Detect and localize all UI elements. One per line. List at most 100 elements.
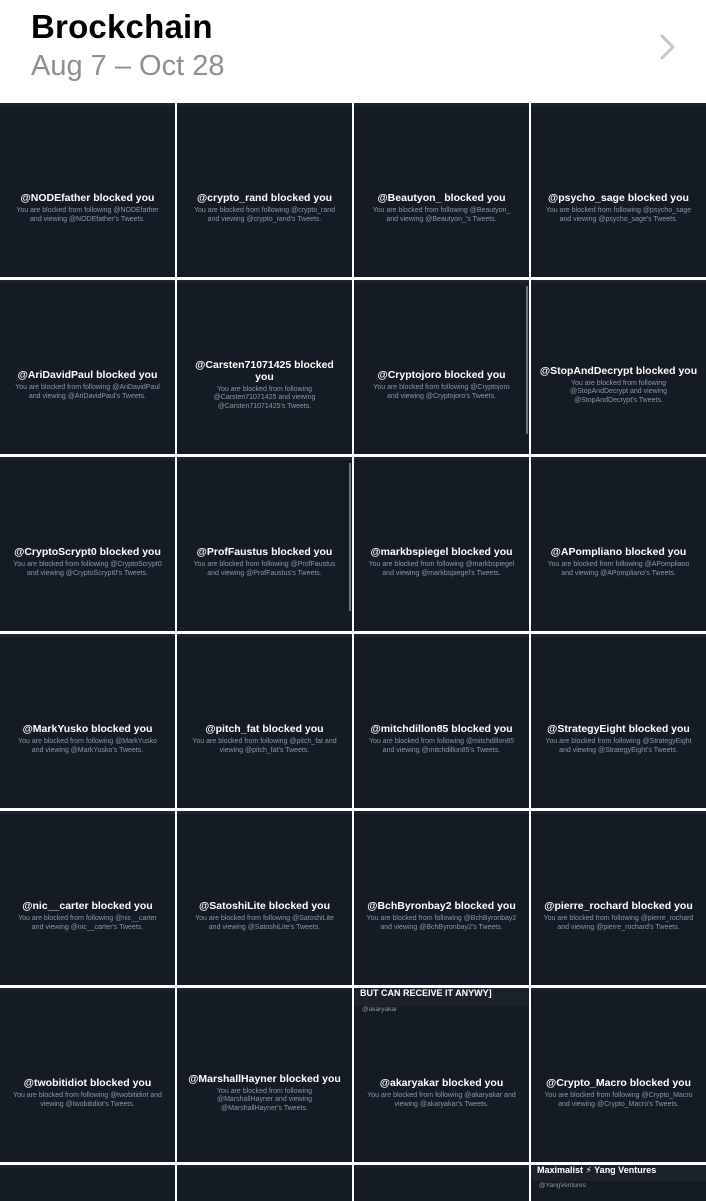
blocked-card: @NODEfather blocked you You are blocked …: [8, 103, 167, 277]
blocked-card: @mitchdillon85 blocked you You are block…: [362, 634, 521, 808]
photo-tile[interactable]: Maximalist ⚡ Yang Ventures @YangVentures: [531, 1165, 706, 1201]
album-title: Brockchain: [31, 8, 213, 45]
blocked-card: @Carsten71071425 blocked you You are blo…: [185, 280, 344, 454]
photo-tile[interactable]: @MarshallHayner blocked you You are bloc…: [177, 988, 352, 1162]
tweet-overlay-title: Maximalist ⚡ Yang Ventures: [537, 1165, 657, 1175]
photo-tile[interactable]: @Carsten71071425 blocked you You are blo…: [177, 280, 352, 454]
album-header: Brockchain Aug 7 – Oct 28: [0, 0, 706, 103]
blocked-description: You are blocked from following @AriDavid…: [15, 384, 160, 400]
blocked-description: You are blocked from following @CryptoSc…: [13, 561, 162, 577]
blocked-description: You are blocked from following @Carsten7…: [213, 385, 316, 410]
blocked-description: You are blocked from following @twobitid…: [13, 1092, 162, 1108]
photo-tile[interactable]: @psycho_sage blocked you You are blocked…: [531, 103, 706, 277]
blocked-description: You are blocked from following @Cryptojo…: [373, 384, 510, 400]
scroll-indicator: [526, 286, 528, 434]
photo-tile[interactable]: @CryptoScrypt0 blocked you You are block…: [0, 457, 175, 631]
blocked-card: @APompliano blocked you You are blocked …: [539, 457, 698, 631]
blocked-heading: @StopAndDecrypt blocked you: [539, 364, 698, 377]
photo-tile[interactable]: @Cryptojoro blocked you You are blocked …: [354, 280, 529, 454]
blocked-heading: @NODEfather blocked you: [20, 192, 155, 204]
blocked-description: You are blocked from following @Strategy…: [545, 738, 692, 754]
blocked-description: You are blocked from following @NODEfath…: [16, 207, 159, 223]
blocked-description: You are blocked from following @MarkYusk…: [18, 738, 157, 754]
photo-tile[interactable]: @SatoshiLite blocked you You are blocked…: [177, 811, 352, 985]
blocked-description: You are blocked from following @Beautyon…: [372, 207, 511, 223]
tile-header-strip: [354, 1165, 529, 1168]
photo-tile[interactable]: [354, 1165, 529, 1201]
photo-grid: @NODEfather blocked you You are blocked …: [0, 103, 706, 1201]
photo-tile[interactable]: @markbspiegel blocked you You are blocke…: [354, 457, 529, 631]
photo-tile[interactable]: @ProfFaustus blocked you You are blocked…: [177, 457, 352, 631]
blocked-card: @pitch_fat blocked you You are blocked f…: [185, 634, 344, 808]
blocked-heading: @akaryakar blocked you: [379, 1077, 504, 1089]
blocked-heading: @Carsten71071425 blocked you: [195, 358, 334, 383]
blocked-card: @Crypto_Macro blocked you You are blocke…: [539, 988, 698, 1162]
photo-tile[interactable]: @NODEfather blocked you You are blocked …: [0, 103, 175, 277]
blocked-heading: @ProfFaustus blocked you: [196, 546, 333, 558]
blocked-heading: @Crypto_Macro blocked you: [545, 1077, 692, 1089]
blocked-description: You are blocked from following @psycho_s…: [545, 207, 692, 223]
blocked-card: @markbspiegel blocked you You are blocke…: [362, 457, 521, 631]
blocked-heading: @pierre_rochard blocked you: [544, 900, 693, 912]
blocked-heading: @StrategyEight blocked you: [547, 723, 690, 735]
blocked-description: You are blocked from following @nic__car…: [18, 915, 157, 931]
photo-tile[interactable]: @AriDavidPaul blocked you You are blocke…: [0, 280, 175, 454]
blocked-heading: @CryptoScrypt0 blocked you: [14, 546, 161, 558]
photo-tile[interactable]: [0, 1165, 175, 1201]
blocked-heading: @pitch_fat blocked you: [205, 723, 324, 735]
blocked-heading: @MarkYusko blocked you: [22, 723, 153, 735]
blocked-heading: @Cryptojoro blocked you: [377, 369, 506, 381]
blocked-heading: @psycho_sage blocked you: [548, 192, 689, 204]
blocked-description: You are blocked from following @APomplia…: [547, 561, 690, 577]
photo-tile[interactable]: @BchByronbay2 blocked you You are blocke…: [354, 811, 529, 985]
tweet-overlay-strip: Maximalist ⚡ Yang Ventures: [531, 1165, 706, 1181]
blocked-heading: @BchByronbay2 blocked you: [367, 900, 516, 912]
blocked-card: @SatoshiLite blocked you You are blocked…: [185, 811, 344, 985]
blocked-description: You are blocked from following @pierre_r…: [543, 915, 694, 931]
blocked-description: You are blocked from following @mitchdil…: [369, 738, 514, 754]
blocked-description: You are blocked from following @pitch_fa…: [192, 738, 337, 754]
blocked-card: @psycho_sage blocked you You are blocked…: [539, 103, 698, 277]
blocked-description: You are blocked from following @Crypto_M…: [544, 1092, 693, 1108]
blocked-heading: @SatoshiLite blocked you: [198, 900, 330, 912]
blocked-card: @Beautyon_ blocked you You are blocked f…: [362, 103, 521, 277]
album-date-range: Aug 7 – Oct 28: [31, 50, 225, 82]
blocked-heading: @mitchdillon85 blocked you: [370, 723, 513, 735]
chevron-right-icon[interactable]: [652, 30, 686, 64]
tweet-overlay-handle: @YangVentures: [539, 1182, 586, 1189]
blocked-description: You are blocked from following @akaryaka…: [367, 1092, 516, 1108]
photo-tile[interactable]: BUT CAN RECEIVE IT ANYWY] @akaryakar @ak…: [354, 988, 529, 1162]
blocked-heading: @MarshallHayner blocked you: [188, 1072, 341, 1085]
photo-tile[interactable]: @pierre_rochard blocked you You are bloc…: [531, 811, 706, 985]
photo-tile[interactable]: @StrategyEight blocked you You are block…: [531, 634, 706, 808]
blocked-heading: @AriDavidPaul blocked you: [17, 369, 158, 381]
blocked-description: You are blocked from following @Marshall…: [216, 1087, 313, 1112]
blocked-card: @StopAndDecrypt blocked you You are bloc…: [539, 280, 698, 454]
photo-tile[interactable]: @pitch_fat blocked you You are blocked f…: [177, 634, 352, 808]
blocked-description: You are blocked from following @crypto_r…: [193, 207, 336, 223]
blocked-heading: @nic__carter blocked you: [22, 900, 153, 912]
blocked-heading: @Beautyon_ blocked you: [377, 192, 506, 204]
blocked-heading: @twobitidiot blocked you: [23, 1077, 152, 1089]
blocked-card: @twobitidiot blocked you You are blocked…: [8, 988, 167, 1162]
blocked-description: You are blocked from following @SatoshiL…: [195, 915, 334, 931]
blocked-card: @pierre_rochard blocked you You are bloc…: [539, 811, 698, 985]
photo-tile[interactable]: @MarkYusko blocked you You are blocked f…: [0, 634, 175, 808]
photo-tile[interactable]: @twobitidiot blocked you You are blocked…: [0, 988, 175, 1162]
photo-tile[interactable]: @crypto_rand blocked you You are blocked…: [177, 103, 352, 277]
tile-header-strip: [0, 1165, 175, 1168]
photo-tile[interactable]: @Crypto_Macro blocked you You are blocke…: [531, 988, 706, 1162]
photo-tile[interactable]: [177, 1165, 352, 1201]
photo-tile[interactable]: @mitchdillon85 blocked you You are block…: [354, 634, 529, 808]
scroll-indicator: [349, 463, 351, 611]
tile-header-strip: [177, 1165, 352, 1168]
blocked-card: @MarshallHayner blocked you You are bloc…: [185, 988, 344, 1162]
photo-tile[interactable]: @StopAndDecrypt blocked you You are bloc…: [531, 280, 706, 454]
blocked-card: @AriDavidPaul blocked you You are blocke…: [8, 280, 167, 454]
photo-tile[interactable]: @nic__carter blocked you You are blocked…: [0, 811, 175, 985]
blocked-card: @StrategyEight blocked you You are block…: [539, 634, 698, 808]
photo-tile[interactable]: @APompliano blocked you You are blocked …: [531, 457, 706, 631]
blocked-card: @CryptoScrypt0 blocked you You are block…: [8, 457, 167, 631]
blocked-card: @akaryakar blocked you You are blocked f…: [362, 988, 521, 1162]
photo-tile[interactable]: @Beautyon_ blocked you You are blocked f…: [354, 103, 529, 277]
